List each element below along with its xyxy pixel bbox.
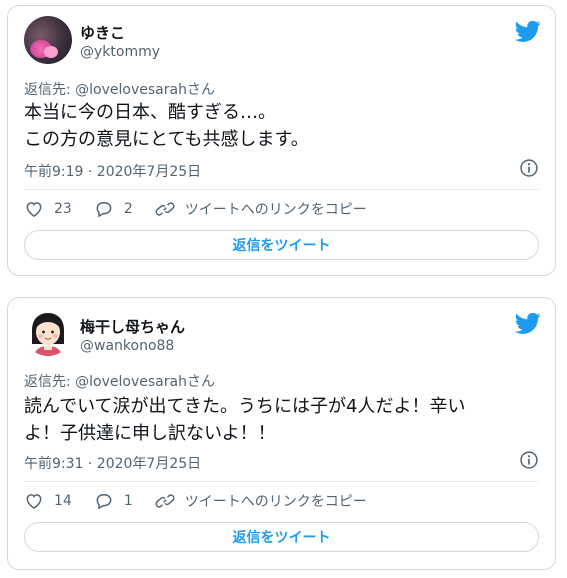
- tweet-text: 読んでいて涙が出てきた。うちには子が4人だよ！辛い よ！子供達に申し訳ないよ！！: [24, 393, 544, 447]
- user-handle[interactable]: @wankono88: [80, 338, 174, 354]
- reply-count: 2: [123, 201, 133, 217]
- divider: [24, 481, 539, 482]
- reply-count-button[interactable]: 2: [94, 199, 133, 219]
- heart-icon: [26, 494, 42, 509]
- action-bar: 23 2 ツイートへのリンクをコピー: [24, 198, 539, 220]
- like-button[interactable]: 23: [24, 199, 72, 219]
- avatar[interactable]: [24, 308, 72, 356]
- timestamp[interactable]: 午前9:31 · 2020年7月25日: [24, 453, 201, 473]
- display-name[interactable]: ゆきこ: [80, 22, 125, 43]
- link-icon: [155, 494, 175, 508]
- avatar[interactable]: [24, 16, 72, 64]
- tweet-text-line: 読んでいて涙が出てきた。うちには子が4人だよ！辛い: [24, 396, 466, 417]
- speech-bubble-icon: [96, 494, 112, 510]
- timestamp[interactable]: 午前9:19 · 2020年7月25日: [24, 161, 201, 181]
- reply-count: 1: [123, 493, 133, 509]
- twitter-bird-icon[interactable]: [515, 18, 541, 44]
- action-bar: 14 1 ツイートへのリンクをコピー: [24, 490, 539, 512]
- tweet-text-line: 本当に今の日本、酷すぎる…。: [24, 102, 276, 123]
- like-button[interactable]: 14: [24, 491, 72, 511]
- reply-to-label: 返信先: @lovelovesarahさん: [24, 82, 215, 98]
- user-handle[interactable]: @yktommy: [80, 44, 160, 60]
- copy-link-label: ツイートへのリンクをコピー: [184, 202, 367, 218]
- copy-link-button[interactable]: ツイートへのリンクをコピー: [155, 491, 367, 511]
- link-icon: [155, 202, 175, 216]
- reply-count-button[interactable]: 1: [94, 491, 133, 511]
- info-icon[interactable]: [519, 450, 539, 470]
- like-count: 23: [54, 201, 72, 217]
- reply-to-label: 返信先: @lovelovesarahさん: [24, 374, 215, 390]
- like-count: 14: [54, 493, 72, 509]
- copy-link-label: ツイートへのリンクをコピー: [184, 494, 367, 510]
- reply-tweet-button[interactable]: 返信をツイート: [24, 230, 539, 260]
- avatar-flower: [44, 46, 58, 58]
- reply-tweet-button[interactable]: 返信をツイート: [24, 522, 539, 552]
- copy-link-button[interactable]: ツイートへのリンクをコピー: [155, 199, 367, 219]
- avatar-illustration: [32, 313, 64, 356]
- heart-icon: [26, 202, 42, 217]
- tweet-card[interactable]: 梅干し母ちゃん @wankono88 返信先: @lovelovesarahさん…: [7, 297, 556, 570]
- divider: [24, 189, 539, 190]
- info-icon[interactable]: [519, 158, 539, 178]
- speech-bubble-icon: [96, 202, 112, 218]
- tweet-card[interactable]: ゆきこ @yktommy 返信先: @lovelovesarahさん 本当に今の…: [7, 5, 556, 276]
- twitter-bird-icon[interactable]: [515, 310, 541, 336]
- display-name[interactable]: 梅干し母ちゃん: [80, 316, 185, 337]
- tweet-text-line: よ！子供達に申し訳ないよ！！: [24, 423, 276, 444]
- tweet-text: 本当に今の日本、酷すぎる…。 この方の意見にとても共感します。: [24, 99, 544, 153]
- tweet-text-line: この方の意見にとても共感します。: [24, 129, 309, 150]
